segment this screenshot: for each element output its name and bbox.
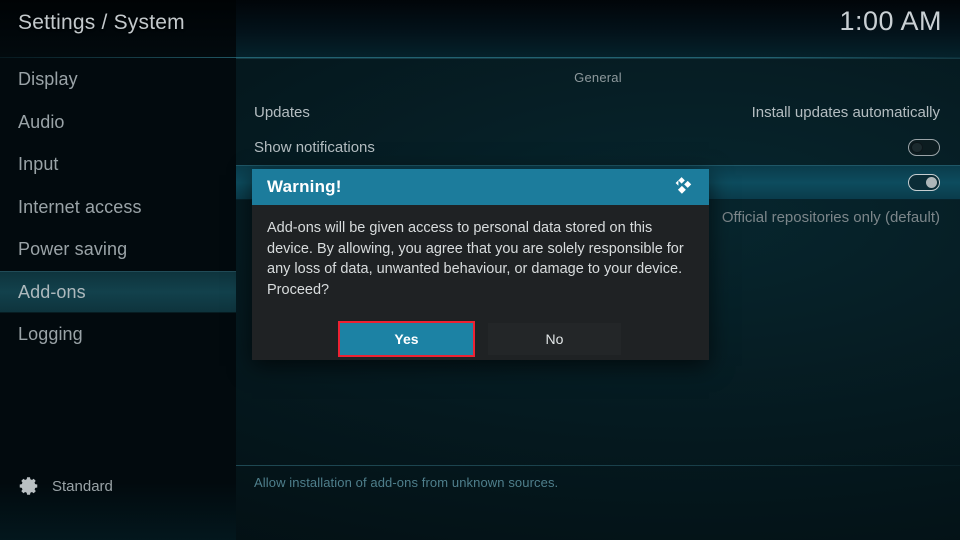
setting-row-show-notifications[interactable]: Show notifications <box>236 130 960 165</box>
sidebar-item-label: Internet access <box>18 196 142 217</box>
setting-help-text: Allow installation of add-ons from unkno… <box>254 475 559 490</box>
no-button[interactable]: No <box>488 323 621 355</box>
gear-icon <box>18 475 40 497</box>
section-header-general: General <box>574 70 622 85</box>
page-title: Settings / System <box>18 11 185 34</box>
content-bottom-divider <box>236 465 960 466</box>
toggle-knob <box>911 141 923 153</box>
sidebar-item-input[interactable]: Input <box>0 143 236 186</box>
sidebar-item-add-ons[interactable]: Add-ons <box>0 270 236 313</box>
kodi-settings-screen: Settings / System 1:00 AM Display Audio … <box>0 0 960 540</box>
sidebar-item-label: Display <box>18 69 78 89</box>
toggle-knob <box>925 176 937 188</box>
settings-level-selector[interactable]: Standard <box>0 470 236 502</box>
window-header: Settings / System 1:00 AM <box>0 0 960 58</box>
sidebar-item-label: Add-ons <box>18 281 86 302</box>
sidebar-item-label: Audio <box>18 111 65 132</box>
dialog-message: Add-ons will be given access to personal… <box>267 220 684 298</box>
sidebar-item-logging[interactable]: Logging <box>0 313 236 356</box>
setting-label: Show notifications <box>254 139 375 156</box>
show-notifications-toggle[interactable] <box>908 139 940 156</box>
dialog-button-row: Yes No <box>252 321 709 357</box>
sidebar-item-internet-access[interactable]: Internet access <box>0 186 236 229</box>
warning-dialog: Warning! Add-ons will be given access to… <box>252 169 709 360</box>
sidebar-item-display[interactable]: Display <box>0 58 236 101</box>
sidebar-item-label: Input <box>18 154 59 174</box>
yes-button[interactable]: Yes <box>338 321 475 357</box>
clock: 1:00 AM <box>839 6 942 36</box>
kodi-logo-icon <box>671 175 695 199</box>
dialog-title: Warning! <box>267 177 342 196</box>
setting-row-updates[interactable]: Updates Install updates automatically <box>236 95 960 130</box>
content-top-divider <box>236 58 960 59</box>
setting-label: Updates <box>254 104 310 121</box>
sidebar-item-label: Logging <box>18 324 83 344</box>
settings-level-label: Standard <box>52 477 113 495</box>
sidebar-item-power-saving[interactable]: Power saving <box>0 228 236 271</box>
settings-category-sidebar: Display Audio Input Internet access Powe… <box>0 58 236 540</box>
sidebar-item-label: Power saving <box>18 239 128 259</box>
unknown-sources-toggle[interactable] <box>908 174 940 191</box>
setting-value: Official repositories only (default) <box>721 209 940 226</box>
setting-value: Install updates automatically <box>751 104 940 121</box>
dialog-title-bar: Warning! <box>252 169 709 205</box>
sidebar-item-audio[interactable]: Audio <box>0 101 236 144</box>
